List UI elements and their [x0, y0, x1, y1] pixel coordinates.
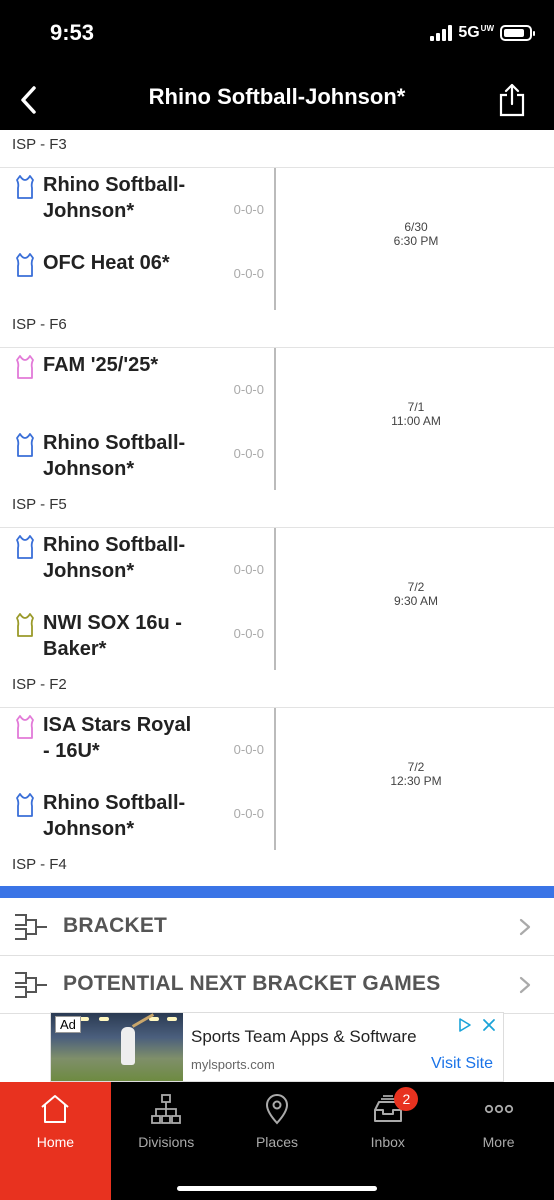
battery-icon	[500, 25, 535, 41]
field-label: ISP - F3	[0, 130, 554, 168]
tab-label: Places	[255, 1134, 298, 1150]
section-divider	[0, 886, 554, 898]
field-label: ISP - F4	[12, 856, 67, 873]
game-datetime: 7/1 11:00 AM	[278, 348, 554, 490]
signal-icon	[430, 25, 453, 41]
next-bracket-games-link[interactable]: POTENTIAL NEXT BRACKET GAMES	[0, 956, 554, 1014]
game-datetime: 7/2 9:30 AM	[278, 528, 554, 670]
back-button[interactable]	[8, 78, 48, 122]
adchoices-icon[interactable]	[457, 1017, 473, 1033]
team-name: Rhino Softball-Johnson*	[43, 534, 186, 582]
team-name: ISA Stars Royal - 16U*	[43, 714, 192, 762]
tab-divisions[interactable]: Divisions	[111, 1082, 222, 1200]
nav-bar: Rhino Softball-Johnson*	[0, 70, 554, 130]
share-icon	[499, 83, 525, 117]
game-datetime: 7/2 12:30 PM	[278, 708, 554, 850]
field-label: ISP - F5	[0, 490, 554, 528]
more-icon	[484, 1104, 513, 1114]
tab-places[interactable]: Places	[222, 1082, 333, 1200]
ad-title: Sports Team Apps & Software	[191, 1027, 417, 1046]
jersey-icon	[16, 355, 34, 379]
game-date: 7/2	[407, 760, 425, 774]
game-time: 6:30 PM	[393, 234, 439, 248]
network-label: 5GUW	[458, 24, 494, 41]
game-card[interactable]: FAM '25/'25* 0-0-0 Rhino Softball-Johnso…	[0, 348, 554, 490]
jersey-icon	[16, 715, 34, 739]
game-date: 6/30	[404, 220, 428, 234]
bracket-link[interactable]: BRACKET	[0, 898, 554, 956]
share-button[interactable]	[492, 78, 532, 122]
tab-label: More	[482, 1134, 515, 1150]
tab-inbox[interactable]: 2 Inbox	[332, 1082, 443, 1200]
team-record: 0-0-0	[233, 446, 264, 461]
game-teams: Rhino Softball-Johnson* 0-0-0 NWI SOX 16…	[0, 528, 276, 670]
game-time: 11:00 AM	[391, 414, 441, 428]
game-date: 7/1	[407, 400, 425, 414]
chevron-right-icon	[519, 976, 531, 994]
team-name: NWI SOX 16u - Baker*	[43, 612, 182, 660]
team-record: 0-0-0	[233, 562, 264, 577]
team-record: 0-0-0	[233, 382, 264, 397]
team-name: FAM '25/'25*	[43, 354, 159, 376]
tab-bar: Home Divisions Places 2 Inbox More	[0, 1082, 554, 1200]
game-date: 7/2	[407, 580, 425, 594]
page-title: Rhino Softball-Johnson*	[148, 84, 406, 109]
team-record: 0-0-0	[233, 742, 264, 757]
inbox-badge: 2	[394, 1087, 419, 1111]
game-teams: FAM '25/'25* 0-0-0 Rhino Softball-Johnso…	[0, 348, 276, 490]
jersey-icon	[16, 535, 34, 559]
field-label: ISP - F2	[0, 670, 554, 708]
bracket-icon	[15, 972, 47, 998]
game-datetime: 6/30 6:30 PM	[278, 168, 554, 310]
tab-label: Divisions	[138, 1134, 195, 1150]
jersey-icon	[16, 253, 34, 277]
jersey-icon	[16, 175, 34, 199]
chevron-right-icon	[519, 918, 531, 936]
ad-banner[interactable]: Ad Sports Team Apps & Software mylsports…	[50, 1012, 504, 1082]
chevron-left-icon	[21, 86, 36, 114]
ad-badge: Ad	[55, 1016, 81, 1033]
field-label: ISP - F6	[0, 310, 554, 348]
game-time: 9:30 AM	[393, 594, 439, 608]
team-name: OFC Heat 06*	[43, 252, 170, 274]
tab-more[interactable]: More	[443, 1082, 554, 1200]
team-record: 0-0-0	[233, 266, 264, 281]
home-indicator	[177, 1186, 377, 1191]
team-record: 0-0-0	[233, 806, 264, 821]
game-card[interactable]: Rhino Softball-Johnson* 0-0-0 OFC Heat 0…	[0, 168, 554, 310]
status-bar: 9:53 5GUW	[0, 0, 554, 70]
team-name: Rhino Softball-Johnson*	[43, 432, 186, 480]
hierarchy-icon	[151, 1094, 182, 1124]
map-pin-icon	[265, 1094, 288, 1125]
tab-home[interactable]: Home	[0, 1082, 111, 1200]
status-indicators: 5GUW	[430, 24, 535, 42]
team-record: 0-0-0	[233, 626, 264, 641]
game-teams: ISA Stars Royal - 16U* 0-0-0 Rhino Softb…	[0, 708, 276, 850]
tab-label: Home	[36, 1134, 75, 1150]
team-record: 0-0-0	[233, 202, 264, 217]
game-card[interactable]: Rhino Softball-Johnson* 0-0-0 NWI SOX 16…	[0, 528, 554, 670]
tab-label: Inbox	[370, 1134, 405, 1150]
team-name: Rhino Softball-Johnson*	[43, 792, 186, 840]
home-icon	[41, 1095, 70, 1123]
jersey-icon	[16, 433, 34, 457]
game-teams: Rhino Softball-Johnson* 0-0-0 OFC Heat 0…	[0, 168, 276, 310]
jersey-icon	[16, 793, 34, 817]
bracket-icon	[15, 914, 47, 940]
ad-url: mylsports.com	[191, 1057, 275, 1072]
game-time: 12:30 PM	[390, 774, 442, 788]
next-bracket-games-label: POTENTIAL NEXT BRACKET GAMES	[63, 972, 441, 995]
bracket-label: BRACKET	[63, 914, 168, 937]
ad-visit-site-button[interactable]: Visit Site	[431, 1055, 493, 1073]
close-icon[interactable]	[481, 1017, 497, 1033]
game-card[interactable]: ISA Stars Royal - 16U* 0-0-0 Rhino Softb…	[0, 708, 554, 850]
games-list: ISP - F3 Rhino Softball-Johnson* 0-0-0 O…	[0, 130, 554, 888]
jersey-icon	[16, 613, 34, 637]
status-time: 9:53	[50, 20, 95, 45]
team-name: Rhino Softball-Johnson*	[43, 174, 186, 222]
